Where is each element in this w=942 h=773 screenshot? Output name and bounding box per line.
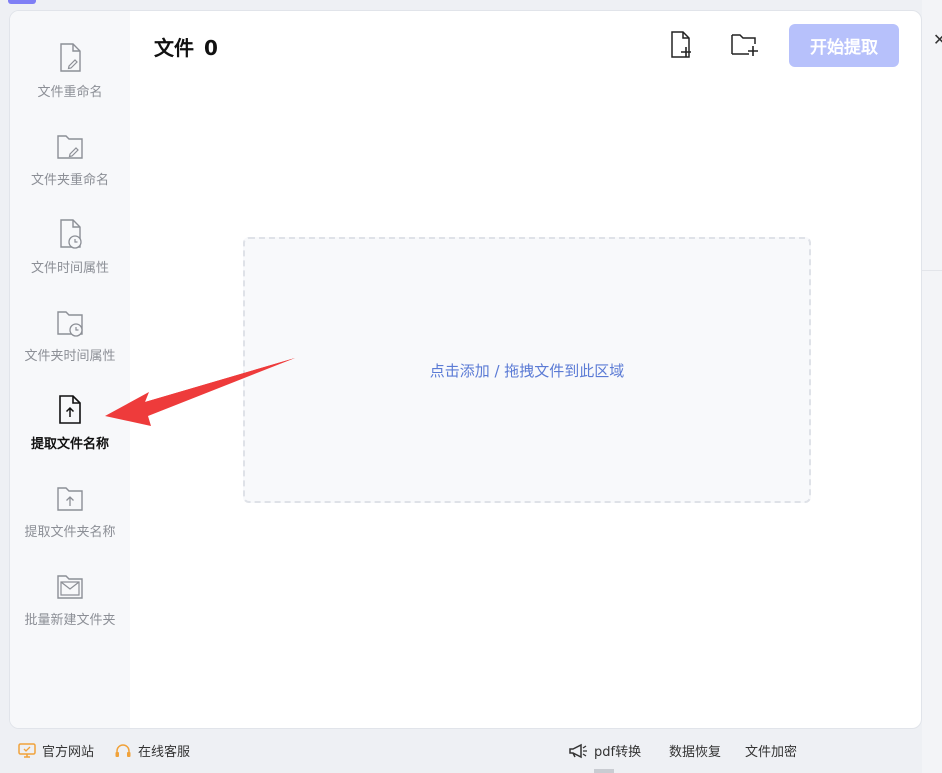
- start-extract-button[interactable]: 开始提取: [789, 24, 899, 67]
- add-file-button[interactable]: [667, 29, 697, 61]
- main-panel: 文件重命名 文件夹重命名 文件时间属性 文件夹时间属性 提取文件名称 提取文件夹…: [9, 10, 922, 729]
- megaphone-icon: [569, 743, 587, 758]
- monitor-icon: [18, 742, 36, 758]
- data-recovery-link[interactable]: 数据恢复: [669, 741, 721, 760]
- folder-clock-icon: [57, 311, 83, 337]
- pdf-convert-label: pdf转换: [594, 745, 642, 760]
- official-website-link[interactable]: 官方网站: [18, 741, 94, 760]
- file-edit-icon: [60, 43, 81, 72]
- sidebar-item-label: 批量新建文件夹: [24, 613, 116, 628]
- add-folder-button[interactable]: [729, 29, 759, 61]
- sidebar-item-label: 文件时间属性: [30, 261, 109, 276]
- pdf-convert-link[interactable]: pdf转换: [568, 741, 641, 760]
- sidebar-item-batch-create-folders[interactable]: 批量新建文件夹: [10, 569, 130, 649]
- red-arrow-annotation: [105, 358, 295, 426]
- sidebar-item-label: 提取文件夹名称: [24, 525, 116, 540]
- file-encrypt-label: 文件加密: [745, 745, 798, 760]
- sidebar-item-label: 文件夹重命名: [30, 173, 109, 188]
- drop-zone-text: 点击添加 / 拖拽文件到此区域: [429, 361, 625, 380]
- app-top-stub: [8, 0, 36, 4]
- online-support-link[interactable]: 在线客服: [114, 741, 190, 760]
- sidebar-item-label: 提取文件名称: [30, 437, 109, 452]
- page-title: 文件 0: [154, 32, 228, 61]
- file-upload-icon: [59, 395, 81, 424]
- file-encrypt-link[interactable]: 文件加密: [745, 741, 797, 760]
- data-recovery-label: 数据恢复: [669, 745, 722, 760]
- header: 文件 0 开始提取: [130, 11, 921, 81]
- sidebar-item-folder-rename[interactable]: 文件夹重命名: [10, 129, 130, 209]
- sidebar-item-label: 文件重命名: [37, 85, 103, 100]
- sidebar-item-extract-folder-names[interactable]: 提取文件夹名称: [10, 481, 130, 561]
- sidebar-item-file-rename[interactable]: 文件重命名: [10, 41, 130, 121]
- scrollbar-stub[interactable]: [594, 769, 614, 773]
- official-website-label: 官方网站: [42, 745, 95, 760]
- folder-edit-icon: [57, 135, 83, 159]
- right-side-panel-edge: ✕: [922, 0, 942, 773]
- folder-upload-icon: [57, 487, 83, 511]
- sidebar-item-file-time[interactable]: 文件时间属性: [10, 217, 130, 297]
- folder-add-icon: [731, 34, 758, 56]
- footer-bar: 官方网站 在线客服 pdf转换 数据恢复 文件加密: [0, 730, 942, 773]
- divider: [922, 270, 942, 271]
- folder-mail-icon: [57, 575, 83, 599]
- online-support-label: 在线客服: [138, 745, 191, 760]
- file-add-icon: [671, 31, 691, 58]
- headset-icon: [115, 743, 131, 757]
- close-icon[interactable]: ✕: [933, 30, 942, 49]
- file-clock-icon: [60, 219, 82, 249]
- file-drop-zone[interactable]: 点击添加 / 拖拽文件到此区域: [243, 237, 811, 503]
- title-label: 文件: [154, 36, 194, 60]
- sidebar-item-label: 文件夹时间属性: [24, 349, 116, 364]
- file-count: 0: [204, 36, 218, 60]
